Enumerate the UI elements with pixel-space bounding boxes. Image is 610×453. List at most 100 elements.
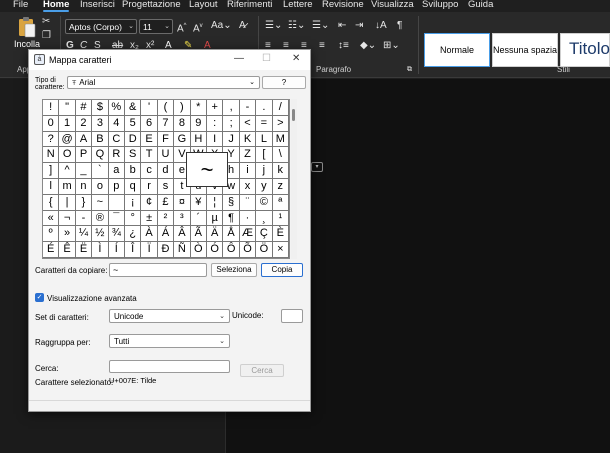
character-cell[interactable]: ª	[272, 194, 289, 211]
character-cell[interactable]: 4	[108, 115, 125, 132]
shrink-font-icon[interactable]: Av	[193, 20, 203, 35]
advanced-view-checkbox[interactable]: ✓	[35, 293, 44, 302]
character-cell[interactable]: r	[141, 179, 158, 195]
character-cell[interactable]: U	[157, 147, 175, 164]
character-cell[interactable]: G	[174, 131, 191, 148]
character-cell[interactable]: T	[141, 147, 158, 164]
scrollbar-thumb[interactable]	[292, 109, 295, 121]
character-cell[interactable]: 5	[124, 115, 142, 132]
layout-options-icon[interactable]: ▾	[311, 162, 323, 172]
character-cell[interactable]: L	[256, 131, 273, 148]
character-cell[interactable]: Ó	[206, 242, 224, 258]
character-cell[interactable]: o	[92, 179, 109, 195]
character-cell[interactable]: q	[124, 179, 142, 195]
grid-scrollbar[interactable]	[291, 99, 297, 259]
character-cell[interactable]: 2	[75, 115, 93, 132]
character-cell[interactable]: Í	[108, 242, 125, 258]
character-cell[interactable]: j	[256, 163, 273, 179]
character-cell[interactable]: J	[223, 131, 240, 148]
character-cell[interactable]: #	[75, 100, 93, 116]
help-button[interactable]: ?	[262, 76, 306, 89]
character-cell[interactable]: Ð	[157, 242, 175, 258]
character-cell[interactable]: S	[124, 147, 142, 164]
character-cell[interactable]: P	[75, 147, 93, 164]
character-cell[interactable]: Å	[223, 226, 240, 243]
decrease-indent-icon[interactable]: ⇤	[338, 20, 346, 32]
character-cell[interactable]: 0	[43, 115, 60, 132]
character-cell[interactable]: s	[157, 179, 175, 195]
character-cell[interactable]: A	[75, 131, 93, 148]
character-cell[interactable]: I	[206, 131, 224, 148]
character-cell[interactable]: ±	[141, 210, 158, 227]
menu-sviluppo[interactable]: Sviluppo	[422, 0, 458, 12]
justify-icon[interactable]: ≡	[319, 40, 325, 52]
character-cell[interactable]: ~	[92, 194, 109, 211]
font-size-box[interactable]: 11 ⌄	[139, 19, 173, 34]
character-cell[interactable]: C	[108, 131, 125, 148]
character-cell[interactable]: ¤	[174, 194, 191, 211]
character-cell[interactable]: ²	[157, 210, 175, 227]
character-cell[interactable]: (	[157, 100, 175, 116]
sort-icon[interactable]: ↓A	[375, 20, 387, 32]
character-cell[interactable]: Ô	[223, 242, 240, 258]
shading-icon[interactable]: ◆⌄	[360, 40, 376, 52]
character-cell[interactable]: ¾	[108, 226, 125, 243]
character-cell[interactable]: M	[272, 131, 289, 148]
character-cell[interactable]: z	[272, 179, 289, 195]
character-cell[interactable]: R	[108, 147, 125, 164]
character-cell[interactable]: ®	[92, 210, 109, 227]
search-input[interactable]	[109, 360, 230, 373]
character-cell[interactable]: .	[256, 100, 273, 116]
character-cell[interactable]: ¶	[223, 210, 240, 227]
character-cell[interactable]: /	[272, 100, 289, 116]
character-cell[interactable]: _	[75, 163, 93, 179]
character-cell[interactable]: K	[239, 131, 257, 148]
character-cell[interactable]: -	[75, 210, 93, 227]
character-cell[interactable]: ©	[256, 194, 273, 211]
font-select[interactable]: Ŧ Arial ⌄	[67, 76, 260, 89]
menu-file[interactable]: File	[13, 0, 28, 12]
character-cell[interactable]: D	[124, 131, 142, 148]
character-cell[interactable]: @	[59, 131, 76, 148]
copy-chars-input[interactable]: ~	[109, 263, 207, 277]
character-cell[interactable]: $	[92, 100, 109, 116]
menu-visualizza[interactable]: Visualizza	[371, 0, 414, 12]
character-cell[interactable]: ·	[239, 210, 257, 227]
character-cell[interactable]: Ê	[59, 242, 76, 258]
character-cell[interactable]: Î	[124, 242, 142, 258]
font-name-box[interactable]: Aptos (Corpo) ⌄	[65, 19, 137, 34]
character-cell[interactable]: ¿	[124, 226, 142, 243]
multilevel-list-icon[interactable]: ☰⌄	[312, 20, 329, 32]
character-cell[interactable]: »	[59, 226, 76, 243]
character-cell[interactable]: [	[256, 147, 273, 164]
character-cell[interactable]: Â	[174, 226, 191, 243]
character-cell[interactable]: ¸	[256, 210, 273, 227]
character-cell[interactable]: p	[108, 179, 125, 195]
character-cell[interactable]: º	[43, 226, 60, 243]
menu-riferimenti[interactable]: Riferimenti	[227, 0, 272, 12]
character-cell[interactable]: È	[272, 226, 289, 243]
character-cell[interactable]: ¼	[75, 226, 93, 243]
character-cell[interactable]: &	[124, 100, 142, 116]
character-cell[interactable]: i	[239, 163, 257, 179]
character-cell[interactable]: m	[59, 179, 76, 195]
copy-button[interactable]: Copia	[261, 263, 303, 277]
paste-button-label[interactable]: Incolla	[14, 39, 40, 49]
character-cell[interactable]	[108, 194, 125, 211]
menu-progettazione[interactable]: Progettazione	[122, 0, 181, 12]
character-cell[interactable]: *	[190, 100, 207, 116]
menu-guida[interactable]: Guida	[468, 0, 493, 12]
character-cell[interactable]: c	[141, 163, 158, 179]
character-cell[interactable]: À	[141, 226, 158, 243]
menu-revisione[interactable]: Revisione	[322, 0, 364, 12]
character-cell[interactable]: B	[92, 131, 109, 148]
style-normale[interactable]: Normale	[424, 33, 490, 67]
unicode-input[interactable]	[281, 309, 303, 323]
advanced-view-label[interactable]: Visualizzazione avanzata	[47, 294, 137, 303]
character-cell[interactable]: "	[59, 100, 76, 116]
minimize-icon[interactable]: —	[234, 53, 244, 65]
character-cell[interactable]: +	[206, 100, 224, 116]
menu-home[interactable]: Home	[43, 0, 70, 12]
character-cell[interactable]: !	[43, 100, 60, 116]
character-cell[interactable]: ¥	[190, 194, 207, 211]
